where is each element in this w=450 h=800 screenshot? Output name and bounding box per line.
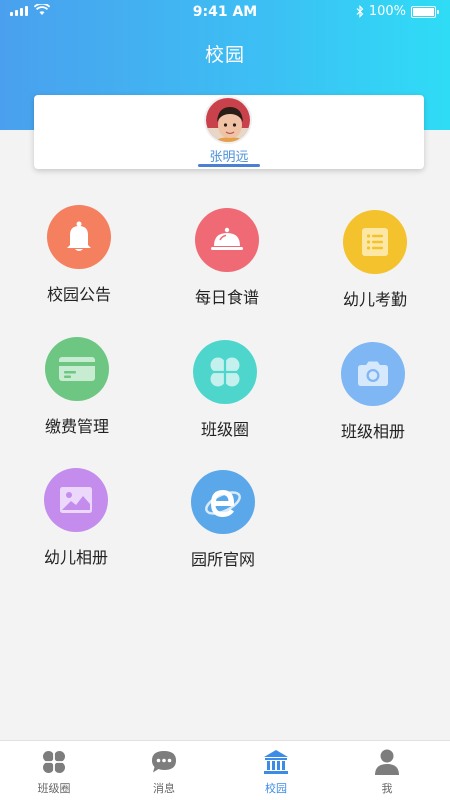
school-building-icon bbox=[261, 747, 291, 777]
clover-icon[interactable] bbox=[193, 340, 257, 404]
tab-class-circle[interactable]: 班级圈 bbox=[14, 747, 94, 796]
grid-label: 幼儿考勤 bbox=[342, 290, 407, 309]
page-title: 校园 bbox=[204, 44, 245, 66]
tab-bar: 班级圈 消息 校园 我 bbox=[0, 740, 450, 800]
camera-icon[interactable] bbox=[341, 342, 405, 406]
tab-label: 班级圈 bbox=[37, 782, 71, 795]
clover-icon bbox=[39, 747, 69, 777]
grid-item-daily-menu[interactable]: 每日食谱 bbox=[167, 208, 287, 308]
grid-item-payment[interactable]: 缴费管理 bbox=[17, 337, 137, 437]
bluetooth-icon bbox=[356, 5, 364, 18]
profile-selected-indicator bbox=[198, 164, 260, 167]
status-bar: 9:41 AM 100% bbox=[0, 0, 450, 26]
battery-percent: 100% bbox=[368, 4, 406, 19]
grid-item-class-album[interactable]: 班级相册 bbox=[313, 342, 433, 442]
avatar[interactable] bbox=[204, 96, 252, 144]
grid-label: 幼儿相册 bbox=[43, 548, 108, 567]
tab-label: 我 bbox=[381, 782, 393, 795]
tab-campus[interactable]: 校园 bbox=[236, 747, 316, 796]
grid-item-child-album[interactable]: 幼儿相册 bbox=[16, 468, 136, 568]
notes-icon[interactable] bbox=[343, 210, 407, 274]
profile-card[interactable]: 张明远 bbox=[34, 95, 424, 169]
grid-label: 园所官网 bbox=[190, 550, 255, 569]
bell-icon[interactable] bbox=[47, 205, 111, 269]
person-icon bbox=[372, 747, 402, 777]
grid-label: 班级相册 bbox=[340, 422, 405, 441]
browser-e-icon[interactable] bbox=[191, 470, 255, 534]
tab-messages[interactable]: 消息 bbox=[124, 747, 204, 796]
grid-label: 校园公告 bbox=[46, 285, 111, 304]
tab-label: 校园 bbox=[265, 782, 287, 795]
grid-item-campus-notice[interactable]: 校园公告 bbox=[19, 205, 139, 305]
grid-label: 缴费管理 bbox=[44, 417, 109, 436]
tab-me[interactable]: 我 bbox=[347, 747, 427, 796]
chat-bubble-icon bbox=[149, 747, 179, 777]
grid-item-official-site[interactable]: 园所官网 bbox=[163, 470, 283, 570]
tab-label: 消息 bbox=[153, 782, 175, 795]
grid-label: 每日食谱 bbox=[194, 288, 259, 307]
battery-icon bbox=[411, 5, 439, 18]
grid-label: 班级圈 bbox=[200, 420, 249, 439]
profile-name[interactable]: 张明远 bbox=[34, 146, 424, 165]
card-icon[interactable] bbox=[45, 337, 109, 401]
food-cloche-icon[interactable] bbox=[195, 208, 259, 272]
status-right: 100% bbox=[356, 4, 439, 19]
grid-item-class-circle[interactable]: 班级圈 bbox=[165, 340, 285, 440]
picture-icon[interactable] bbox=[44, 468, 108, 532]
grid-item-attendance[interactable]: 幼儿考勤 bbox=[315, 210, 435, 310]
